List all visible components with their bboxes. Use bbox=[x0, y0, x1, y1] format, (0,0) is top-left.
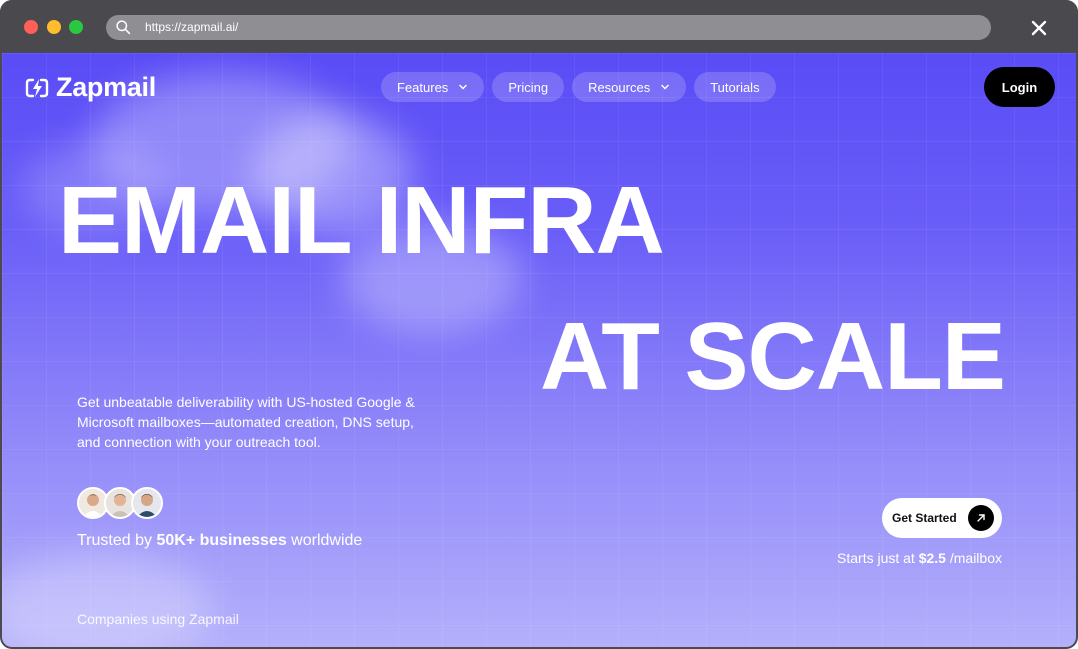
companies-label: Companies using Zapmail bbox=[77, 611, 239, 627]
trusted-by-text: Trusted by 50K+ businesses worldwide bbox=[77, 532, 362, 550]
url-text: https://zapmail.ai/ bbox=[145, 20, 239, 34]
logo-text: Zapmail bbox=[56, 72, 156, 102]
price-suffix: /mailbox bbox=[945, 550, 1002, 566]
chevron-down-icon bbox=[661, 84, 669, 90]
zapmail-logo-icon bbox=[25, 78, 49, 97]
nav-item-resources[interactable]: Resources bbox=[572, 72, 687, 102]
trusted-prefix: Trusted by bbox=[77, 532, 157, 549]
arrow-up-right-icon bbox=[968, 505, 994, 531]
browser-titlebar: https://zapmail.ai/ bbox=[0, 0, 1078, 53]
browser-window: https://zapmail.ai/ Zapmail Features Pri… bbox=[0, 0, 1078, 649]
nav-item-label: Pricing bbox=[508, 79, 549, 95]
avatar-group bbox=[77, 487, 163, 519]
trusted-suffix: worldwide bbox=[286, 532, 363, 549]
hero-headline-line2: AT SCALE bbox=[540, 303, 1006, 410]
avatar bbox=[131, 487, 163, 519]
nav-item-label: Resources bbox=[588, 79, 651, 95]
chevron-down-icon bbox=[459, 84, 468, 90]
get-started-label: Get Started bbox=[892, 511, 957, 525]
pricing-note: Starts just at $2.5 /mailbox bbox=[837, 550, 1002, 566]
close-window-button[interactable] bbox=[24, 20, 38, 34]
hero-headline-line1: EMAIL INFRA bbox=[58, 167, 665, 274]
login-button[interactable]: Login bbox=[984, 67, 1055, 107]
address-bar[interactable]: https://zapmail.ai/ bbox=[106, 15, 991, 40]
minimize-window-button[interactable] bbox=[47, 20, 61, 34]
nav-item-label: Features bbox=[397, 79, 449, 95]
nav-item-label: Tutorials bbox=[710, 79, 760, 95]
close-icon[interactable] bbox=[1028, 17, 1050, 39]
main-nav: Features Pricing Resources Tutorials bbox=[381, 72, 776, 102]
search-icon bbox=[116, 20, 131, 35]
trusted-count: 50K+ businesses bbox=[156, 532, 287, 549]
get-started-button[interactable]: Get Started bbox=[882, 498, 1002, 538]
logo[interactable]: Zapmail bbox=[24, 72, 156, 103]
nav-item-tutorials[interactable]: Tutorials bbox=[694, 72, 776, 102]
maximize-window-button[interactable] bbox=[69, 20, 83, 34]
price-value: $2.5 bbox=[918, 550, 946, 566]
nav-item-features[interactable]: Features bbox=[381, 72, 485, 102]
nav-item-pricing[interactable]: Pricing bbox=[492, 72, 565, 102]
hero-subtext: Get unbeatable deliverability with US-ho… bbox=[77, 394, 415, 450]
price-prefix: Starts just at bbox=[837, 550, 919, 566]
page-viewport: Zapmail Features Pricing Resources Tutor… bbox=[2, 53, 1076, 647]
